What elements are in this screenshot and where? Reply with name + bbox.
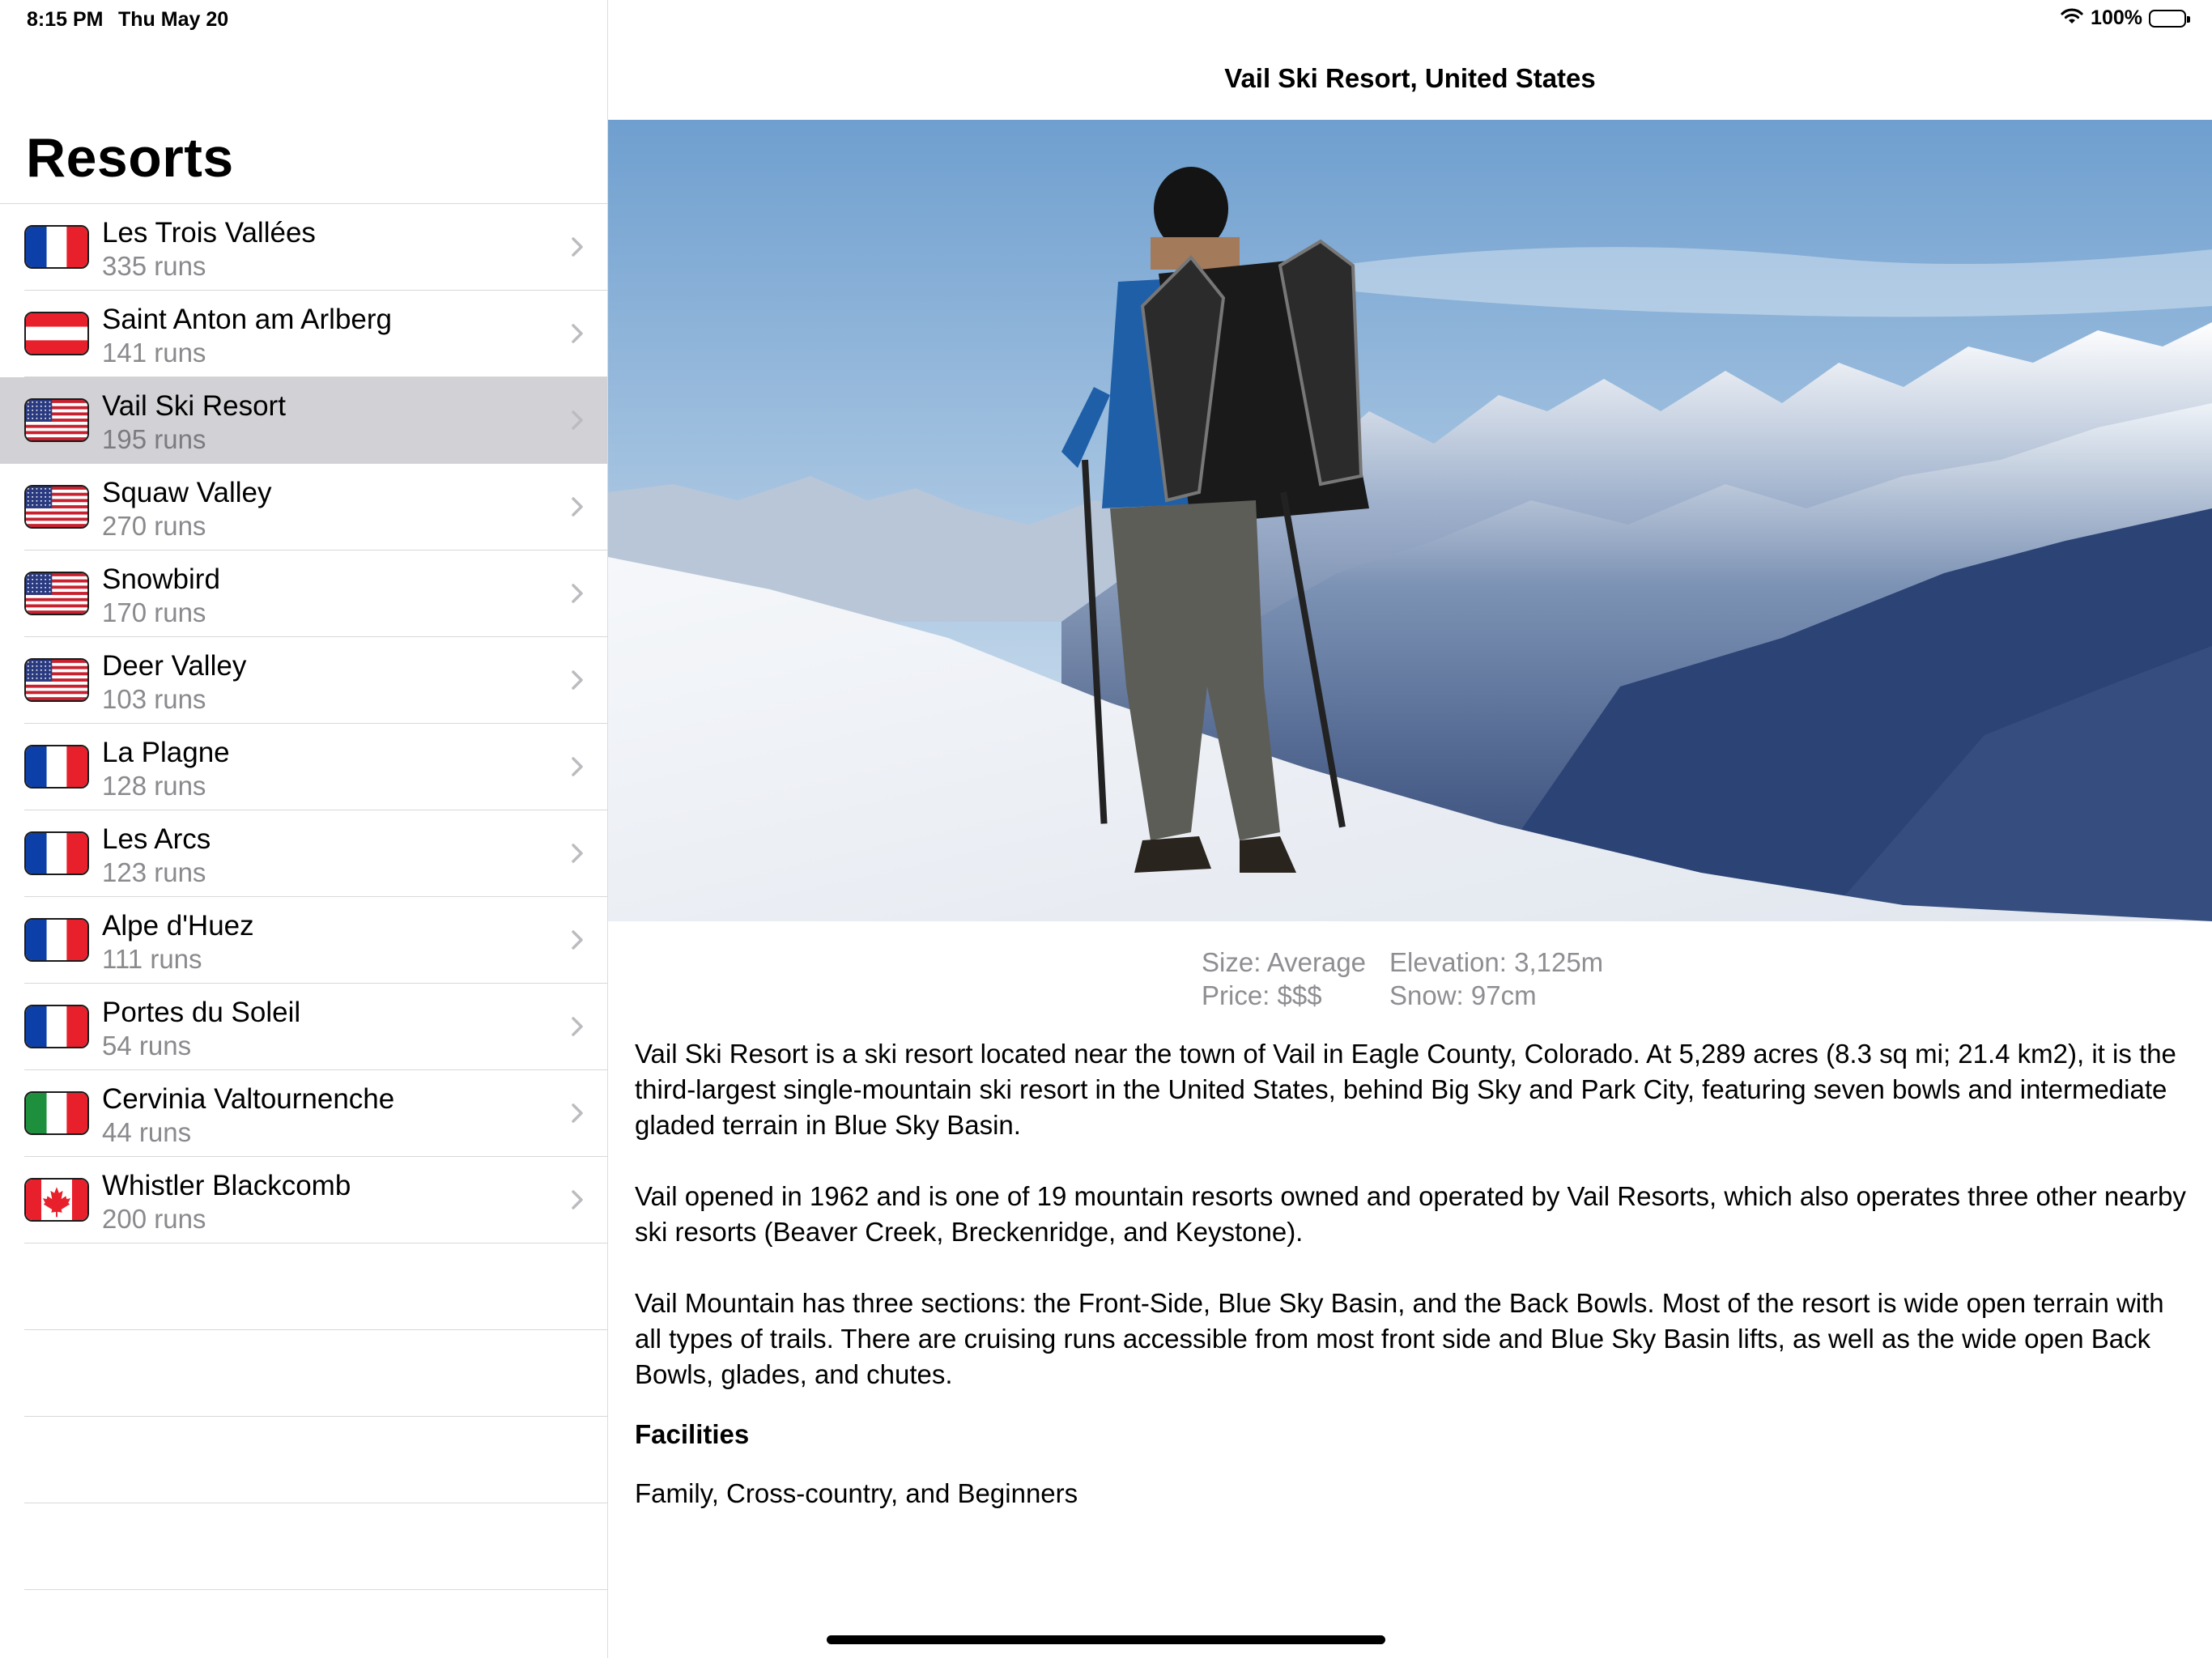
resort-row[interactable]: Deer Valley 103 runs — [24, 637, 607, 724]
chevron-right-icon — [568, 928, 586, 952]
wifi-icon — [2060, 7, 2084, 29]
resort-runs: 111 runs — [102, 944, 202, 974]
resort-name: Whistler Blackcomb — [102, 1170, 351, 1201]
hero-image — [608, 120, 2212, 921]
stat-elevation: Elevation: 3,125m — [1389, 947, 1604, 977]
chevron-right-icon — [568, 668, 586, 692]
empty-row — [24, 1417, 607, 1503]
resort-runs: 44 runs — [102, 1117, 192, 1147]
italy-flag-icon — [24, 1091, 89, 1135]
chevron-right-icon — [568, 1014, 586, 1039]
resort-row[interactable]: La Plagne 128 runs — [24, 724, 607, 810]
resort-row[interactable]: Les Arcs 123 runs — [24, 810, 607, 897]
usa-flag-icon — [24, 658, 89, 702]
status-date: Thu May 20 — [118, 8, 229, 31]
resort-runs: 128 runs — [102, 771, 206, 801]
resort-name: Deer Valley — [102, 650, 247, 682]
chevron-right-icon — [568, 1188, 586, 1212]
resort-runs: 141 runs — [102, 338, 206, 368]
resort-name: Vail Ski Resort — [102, 390, 286, 422]
chevron-right-icon — [568, 755, 586, 779]
resort-name: Les Trois Vallées — [102, 217, 316, 249]
resort-list: Les Trois Vallées 335 runs Saint Anton a… — [0, 203, 607, 1590]
chevron-right-icon — [568, 1101, 586, 1125]
resort-runs: 335 runs — [102, 251, 206, 281]
resort-name: Portes du Soleil — [102, 997, 301, 1028]
stats-row-2: Price: $$$ Snow: 97cm — [1202, 979, 1603, 1012]
stat-price: Price: $$$ — [1202, 980, 1322, 1010]
france-flag-icon — [24, 745, 89, 789]
description-paragraph: Vail Ski Resort is a ski resort located … — [635, 1039, 2176, 1140]
resort-row[interactable]: Squaw Valley 270 runs — [24, 464, 607, 551]
stats-row-1: Size: Average Elevation: 3,125m — [1202, 946, 1603, 979]
resort-description: Vail Ski Resort is a ski resort located … — [635, 1036, 2189, 1428]
detail-pane: Vail Ski Resort, United States Size: Ave… — [608, 0, 2212, 1658]
resort-stats: Size: Average Elevation: 3,125m Price: $$… — [1202, 946, 1603, 1012]
resort-row[interactable]: Les Trois Vallées 335 runs — [24, 204, 607, 291]
detail-title: Vail Ski Resort, United States — [1224, 63, 1596, 93]
resort-name: Alpe d'Huez — [102, 910, 254, 942]
sidebar-title: Resorts — [26, 127, 234, 189]
resort-row[interactable]: Whistler Blackcomb 200 runs — [24, 1157, 607, 1244]
resort-name: Snowbird — [102, 563, 220, 595]
france-flag-icon — [24, 225, 89, 269]
facilities-text: Family, Cross-country, and Beginners — [635, 1478, 1078, 1508]
empty-row — [24, 1330, 607, 1417]
resort-runs: 200 runs — [102, 1204, 206, 1234]
resort-row[interactable]: Alpe d'Huez 111 runs — [24, 897, 607, 984]
resort-row[interactable]: Vail Ski Resort 195 runs — [0, 377, 607, 464]
snowshoe-hiker-photo — [608, 120, 2212, 921]
status-indicators: 100% — [2060, 6, 2190, 30]
france-flag-icon — [24, 831, 89, 875]
chevron-right-icon — [568, 581, 586, 606]
resort-row[interactable]: Portes du Soleil 54 runs — [24, 984, 607, 1070]
resort-runs: 170 runs — [102, 597, 206, 627]
stat-size: Size: Average — [1202, 947, 1367, 977]
chevron-right-icon — [568, 235, 586, 259]
usa-flag-icon — [24, 398, 89, 442]
resort-row[interactable]: Cervinia Valtournenche 44 runs — [24, 1070, 607, 1157]
usa-flag-icon — [24, 485, 89, 529]
resort-name: La Plagne — [102, 737, 230, 768]
resort-name: Les Arcs — [102, 823, 211, 855]
description-paragraph: Vail opened in 1962 and is one of 19 mou… — [635, 1181, 2186, 1247]
canada-flag-icon — [24, 1178, 89, 1222]
resort-row[interactable]: Saint Anton am Arlberg 141 runs — [24, 291, 607, 377]
sidebar: Resorts Les Trois Vallées 335 runs Saint… — [0, 0, 608, 1658]
resort-runs: 54 runs — [102, 1031, 192, 1061]
austria-flag-icon — [24, 312, 89, 355]
resort-runs: 123 runs — [102, 857, 206, 887]
chevron-right-icon — [568, 841, 586, 865]
resort-name: Saint Anton am Arlberg — [102, 304, 392, 335]
resort-row[interactable]: Snowbird 170 runs — [24, 551, 607, 637]
status-bar: 8:15 PM Thu May 20 100% — [0, 0, 2212, 39]
chevron-right-icon — [568, 495, 586, 519]
resort-runs: 270 runs — [102, 511, 206, 541]
stat-snow: Snow: 97cm — [1389, 980, 1537, 1010]
resort-runs: 103 runs — [102, 684, 206, 714]
empty-row — [24, 1244, 607, 1330]
status-time: 8:15 PM — [27, 8, 104, 31]
chevron-right-icon — [568, 408, 586, 432]
empty-row — [24, 1503, 607, 1590]
resort-name: Squaw Valley — [102, 477, 272, 508]
resort-runs: 195 runs — [102, 424, 206, 454]
chevron-right-icon — [568, 321, 586, 346]
battery-percent: 100% — [2091, 6, 2142, 29]
france-flag-icon — [24, 918, 89, 962]
description-paragraph: Vail Mountain has three sections: the Fr… — [635, 1288, 2164, 1389]
home-indicator[interactable] — [827, 1635, 1385, 1644]
resort-name: Cervinia Valtournenche — [102, 1083, 395, 1115]
battery-icon — [2149, 9, 2190, 28]
france-flag-icon — [24, 1005, 89, 1048]
facilities-heading: Facilities — [635, 1419, 750, 1449]
usa-flag-icon — [24, 572, 89, 615]
